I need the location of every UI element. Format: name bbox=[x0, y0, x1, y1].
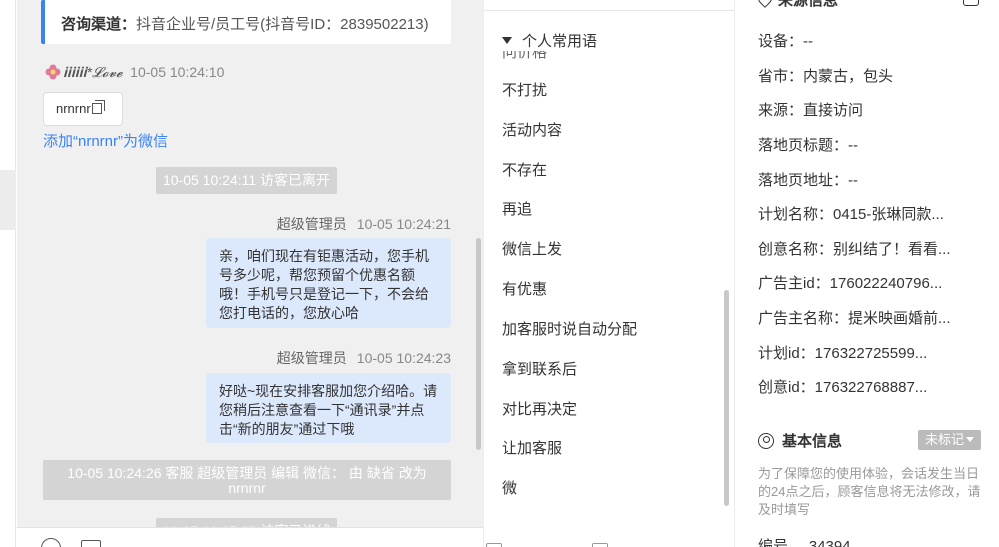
info-row-creative-name: 创意名称：别纠结了！看看... bbox=[758, 241, 951, 258]
info-row-source: 来源：直接访问 bbox=[758, 102, 864, 119]
location-pin-icon bbox=[755, 0, 775, 8]
info-row-number: 编号 34394 bbox=[758, 535, 851, 547]
input-toolbar bbox=[17, 527, 483, 547]
phrase-item[interactable]: 再追 bbox=[502, 198, 532, 219]
add-wechat-link[interactable]: 添加“nrnrnr”为微信 bbox=[43, 130, 168, 151]
agent-message: 亲，咱们现在有钜惠活动，您手机号多少呢，帮您预留个优惠名额哦！手机号只是登记一下… bbox=[206, 238, 451, 328]
phrase-item[interactable]: 不打扰 bbox=[502, 79, 547, 100]
selected-conversation-edge[interactable] bbox=[0, 170, 16, 230]
chevron-down-icon bbox=[966, 437, 974, 442]
channel-value: 抖音企业号/员工号(抖音号ID：2839502213) bbox=[136, 16, 429, 33]
agent-time: 10-05 10:24:23 bbox=[356, 350, 451, 366]
divider bbox=[484, 10, 734, 11]
emoji-icon[interactable] bbox=[41, 538, 61, 547]
agent-time: 10-05 10:24:21 bbox=[356, 216, 451, 232]
agent-name: 超级管理员 bbox=[276, 216, 347, 232]
phrases-scrollbar[interactable] bbox=[724, 290, 729, 506]
edit-notice: 为了保障您的使用体验，会话发生当日的24点之后，顾客信息将无法修改，请及时填写 bbox=[758, 466, 981, 517]
phrase-item[interactable]: 对比再决定 bbox=[502, 398, 577, 419]
phrases-panel: 问价格 个人常用语 不打扰 活动内容 不存在 再追 微信上发 有优惠 加客服时说… bbox=[483, 0, 735, 547]
info-row-advertiser-id: 广告主id：176022240796... bbox=[758, 275, 943, 292]
info-row-device: 设备：-- bbox=[758, 33, 813, 50]
image-icon[interactable] bbox=[81, 540, 101, 547]
system-message-edit: 10-05 10:24:26 客服 超级管理员 编辑 微信： 由 缺省 改为 n… bbox=[43, 460, 451, 500]
phrase-group-title: 个人常用语 bbox=[522, 33, 598, 50]
phrase-item[interactable]: 让加客服 bbox=[502, 437, 562, 458]
mark-status-dropdown[interactable]: 未标记 bbox=[918, 430, 981, 450]
edit-icon[interactable] bbox=[963, 0, 979, 6]
checkbox-icon[interactable] bbox=[592, 543, 608, 547]
info-row-plan-id: 计划id：176322725599... bbox=[758, 345, 928, 362]
basic-info-header: 基本信息 bbox=[758, 430, 842, 451]
agent-meta: 超级管理员 10-05 10:24:21 bbox=[277, 214, 451, 234]
phrase-item[interactable]: 拿到联系后 bbox=[502, 358, 577, 379]
info-row-creative-id: 创意id：176322768887... bbox=[758, 379, 928, 396]
phrase-item[interactable]: 有优惠 bbox=[502, 278, 547, 299]
source-info-header: 来源信息 bbox=[755, 0, 839, 10]
copy-icon[interactable] bbox=[91, 100, 105, 114]
info-row-advertiser-name: 广告主名称：提米映画婚前... bbox=[758, 310, 951, 327]
left-sidebar-edge bbox=[0, 0, 16, 547]
visitor-meta: 𝐢𝐢𝐢𝐢𝐢𝐢*𝓛𝓸𝓿𝓮 10-05 10:24:10 bbox=[45, 64, 224, 81]
visitor-time: 10-05 10:24:10 bbox=[130, 64, 225, 80]
number-value: 34394 bbox=[808, 538, 851, 547]
checkbox-icon[interactable] bbox=[486, 543, 502, 547]
info-row-region: 省市：内蒙古，包头 bbox=[758, 68, 894, 85]
system-message-visitor-left: 10-05 10:24:11 访客已离开 bbox=[156, 167, 337, 194]
visitor-name: 𝐢𝐢𝐢𝐢𝐢𝐢*𝓛𝓸𝓿𝓮 bbox=[63, 64, 123, 80]
phrase-item[interactable]: 不存在 bbox=[502, 159, 547, 180]
chat-panel: 咨询渠道：抖音企业号/员工号(抖音号ID：2839502213) 𝐢𝐢𝐢𝐢𝐢𝐢*… bbox=[17, 0, 483, 547]
chat-scrollbar[interactable] bbox=[476, 238, 481, 450]
source-info-title: 来源信息 bbox=[778, 0, 839, 9]
phrase-item[interactable]: 微 bbox=[502, 477, 517, 498]
phrase-item[interactable]: 加客服时说自动分配 bbox=[502, 318, 637, 339]
agent-name: 超级管理员 bbox=[276, 350, 347, 366]
info-row-plan-name: 计划名称：0415-张琳同款... bbox=[758, 206, 944, 223]
number-label: 编号 bbox=[758, 538, 789, 547]
channel-card: 咨询渠道：抖音企业号/员工号(抖音号ID：2839502213) bbox=[41, 0, 451, 44]
info-row-landing-title: 落地页标题：-- bbox=[758, 137, 858, 154]
info-row-landing-url: 落地页地址：-- bbox=[758, 172, 858, 189]
agent-meta: 超级管理员 10-05 10:24:23 bbox=[277, 348, 451, 368]
customer-info-panel: 来源信息 设备：-- 省市：内蒙古，包头 来源：直接访问 落地页标题：-- 落地… bbox=[736, 0, 999, 547]
agent-message: 好哒~现在安排客服加您介绍哈。请您稍后注意查看一下“通讯录”并点击“新的朋友”通… bbox=[206, 373, 451, 443]
caret-down-icon bbox=[502, 37, 512, 44]
phrase-item[interactable]: 活动内容 bbox=[502, 119, 562, 140]
phrase-group-header[interactable]: 个人常用语 bbox=[502, 30, 598, 51]
channel-label: 咨询渠道： bbox=[61, 16, 137, 33]
basic-info-title: 基本信息 bbox=[782, 433, 843, 450]
visitor-message-text: nrnrnr bbox=[56, 101, 91, 116]
phrase-item[interactable]: 微信上发 bbox=[502, 238, 562, 259]
visitor-message: nrnrnr bbox=[43, 92, 123, 126]
flower-icon bbox=[45, 64, 61, 80]
mark-status-label: 未标记 bbox=[924, 432, 964, 447]
user-icon bbox=[758, 433, 774, 449]
